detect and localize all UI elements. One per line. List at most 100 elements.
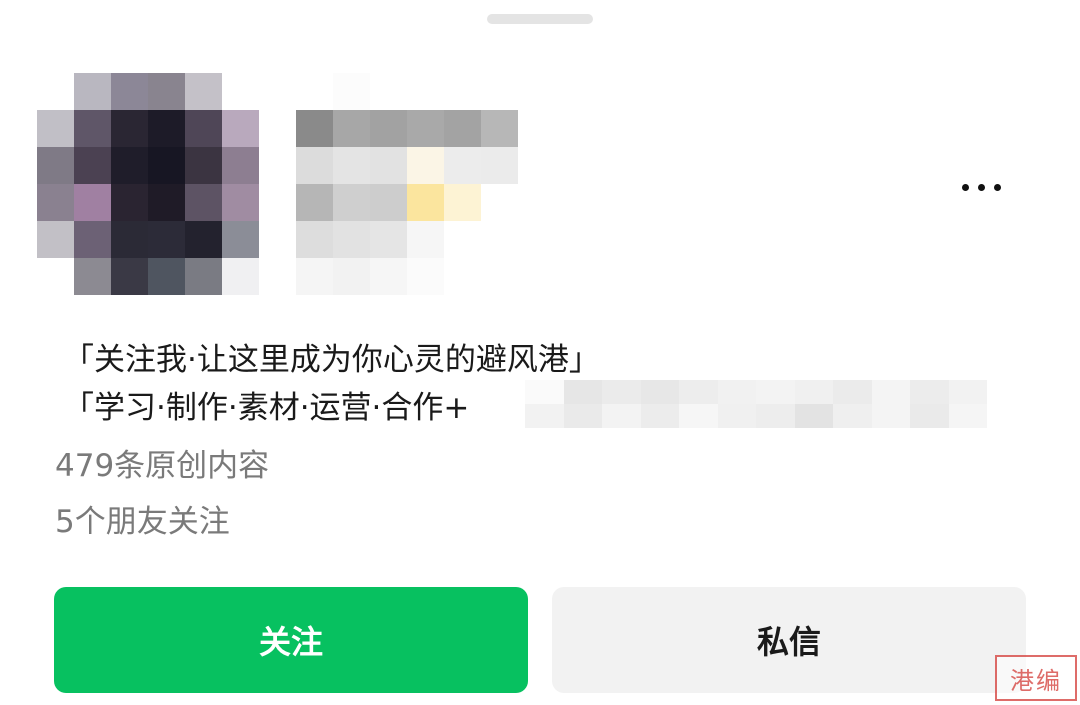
mosaic-pixel <box>148 110 185 147</box>
original-content-count[interactable]: 479条原创内容 <box>55 446 269 486</box>
mosaic-pixel <box>148 73 185 110</box>
mosaic-pixel <box>444 184 481 221</box>
mosaic-pixel <box>407 221 444 258</box>
mosaic-pixel <box>37 147 74 184</box>
mosaic-pixel <box>444 110 481 147</box>
mosaic-pixel <box>602 380 641 404</box>
mosaic-pixel <box>444 221 481 258</box>
message-button[interactable]: 私信 <box>552 587 1026 693</box>
mosaic-pixel <box>222 184 259 221</box>
mosaic-pixel <box>222 147 259 184</box>
avatar[interactable] <box>37 73 259 295</box>
mosaic-pixel <box>481 221 518 258</box>
mosaic-pixel <box>111 73 148 110</box>
mosaic-pixel <box>333 184 370 221</box>
mosaic-pixel <box>185 110 222 147</box>
mosaic-pixel <box>756 404 795 428</box>
mosaic-pixel <box>37 221 74 258</box>
mosaic-pixel <box>481 110 518 147</box>
mosaic-pixel <box>37 184 74 221</box>
mosaic-pixel <box>717 380 756 404</box>
mosaic-pixel <box>407 110 444 147</box>
mosaic-pixel <box>481 147 518 184</box>
mosaic-pixel <box>333 147 370 184</box>
mosaic-pixel <box>717 404 756 428</box>
mosaic-pixel <box>370 147 407 184</box>
mosaic-pixel <box>563 404 602 428</box>
mosaic-pixel <box>74 110 111 147</box>
mosaic-pixel <box>185 258 222 295</box>
mosaic-pixel <box>794 380 833 404</box>
mosaic-pixel <box>407 73 444 110</box>
more-dots-icon <box>961 183 969 191</box>
bio-blurred-contact <box>525 380 987 428</box>
mosaic-pixel <box>910 404 949 428</box>
bio-line-1: 「关注我·让这里成为你心灵的避风港」 <box>63 342 600 378</box>
mosaic-pixel <box>640 380 679 404</box>
mosaic-pixel <box>948 380 987 404</box>
mosaic-pixel <box>833 380 872 404</box>
watermark-seal: 港编 <box>995 655 1077 701</box>
mosaic-pixel <box>444 258 481 295</box>
mosaic-pixel <box>296 258 333 295</box>
mosaic-pixel <box>563 380 602 404</box>
mosaic-pixel <box>296 221 333 258</box>
mosaic-pixel <box>910 380 949 404</box>
mosaic-pixel <box>948 404 987 428</box>
mosaic-pixel <box>370 110 407 147</box>
mosaic-pixel <box>185 184 222 221</box>
mosaic-pixel <box>602 404 641 428</box>
mosaic-pixel <box>222 73 259 110</box>
mosaic-pixel <box>296 147 333 184</box>
mosaic-pixel <box>296 184 333 221</box>
mosaic-pixel <box>481 184 518 221</box>
mosaic-pixel <box>407 258 444 295</box>
mosaic-pixel <box>833 404 872 428</box>
mosaic-pixel <box>679 404 718 428</box>
mosaic-pixel <box>37 258 74 295</box>
friends-following-count[interactable]: 5个朋友关注 <box>55 502 230 542</box>
mosaic-pixel <box>407 147 444 184</box>
mosaic-pixel <box>222 110 259 147</box>
mosaic-pixel <box>222 258 259 295</box>
mosaic-pixel <box>525 404 564 428</box>
mosaic-pixel <box>296 73 333 110</box>
mosaic-pixel <box>111 147 148 184</box>
mosaic-pixel <box>444 73 481 110</box>
mosaic-pixel <box>74 258 111 295</box>
mosaic-pixel <box>185 73 222 110</box>
mosaic-pixel <box>871 404 910 428</box>
mosaic-pixel <box>148 258 185 295</box>
mosaic-pixel <box>111 258 148 295</box>
mosaic-pixel <box>407 184 444 221</box>
mosaic-pixel <box>370 258 407 295</box>
mosaic-pixel <box>333 221 370 258</box>
bio-line-2: 「学习·制作·素材·运营·合作+ <box>63 390 470 426</box>
mosaic-pixel <box>296 110 333 147</box>
mosaic-pixel <box>333 258 370 295</box>
mosaic-pixel <box>74 184 111 221</box>
mosaic-pixel <box>794 404 833 428</box>
mosaic-pixel <box>679 380 718 404</box>
mosaic-pixel <box>481 73 518 110</box>
mosaic-pixel <box>333 73 370 110</box>
mosaic-pixel <box>148 221 185 258</box>
follow-button[interactable]: 关注 <box>54 587 528 693</box>
mosaic-pixel <box>640 404 679 428</box>
mosaic-pixel <box>525 380 564 404</box>
mosaic-pixel <box>74 221 111 258</box>
mosaic-pixel <box>370 73 407 110</box>
mosaic-pixel <box>871 380 910 404</box>
mosaic-pixel <box>444 147 481 184</box>
mosaic-pixel <box>37 73 74 110</box>
account-name-blurred <box>296 73 518 295</box>
mosaic-pixel <box>148 184 185 221</box>
mosaic-pixel <box>222 221 259 258</box>
mosaic-pixel <box>111 184 148 221</box>
mosaic-pixel <box>74 147 111 184</box>
mosaic-pixel <box>481 258 518 295</box>
mosaic-pixel <box>111 110 148 147</box>
sheet-drag-handle[interactable] <box>487 14 593 24</box>
more-options-button[interactable] <box>950 172 1012 202</box>
mosaic-pixel <box>185 147 222 184</box>
